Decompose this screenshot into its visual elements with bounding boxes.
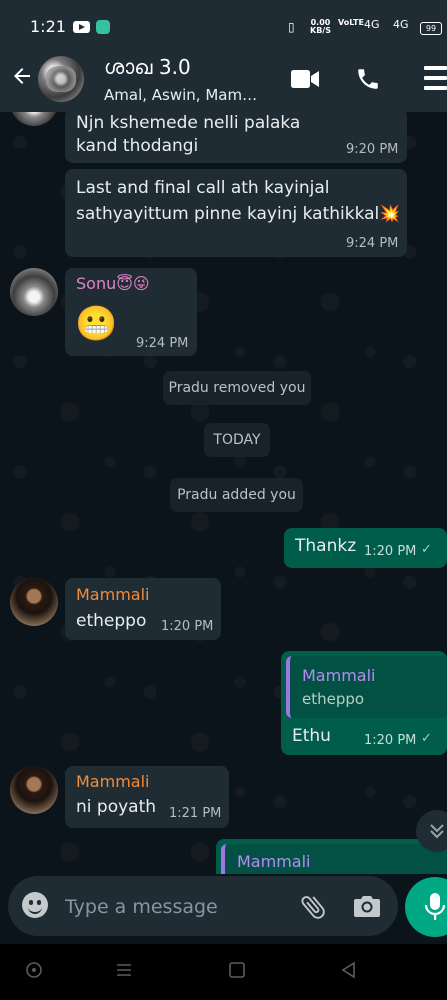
back-arrow-icon[interactable] xyxy=(10,64,34,88)
sender-name[interactable]: Sonu😇😜 xyxy=(76,274,150,293)
quoted-message[interactable]: Mammali xyxy=(221,844,447,874)
date-divider: TODAY xyxy=(204,423,270,457)
group-avatar[interactable] xyxy=(38,56,84,102)
read-check-icon: ✓ xyxy=(421,542,432,557)
message-bubble[interactable]: Mammali etheppo 1:20 PM xyxy=(65,578,221,640)
quoted-text: etheppo xyxy=(302,690,365,708)
attach-icon[interactable] xyxy=(298,892,328,922)
message-bubble[interactable]: Mammali etheppo Ethu 1:20 PM ✓ xyxy=(281,651,447,755)
message-time: 1:21 PM xyxy=(169,806,222,821)
chat-header: ശാഖ 3.0 Amal, Aswin, Mam… xyxy=(0,50,447,112)
voice-call-icon[interactable] xyxy=(355,66,381,92)
message-text: etheppo xyxy=(76,611,147,631)
message-text: Thankz xyxy=(295,536,357,556)
message-bubble[interactable]: Thankz 1:20 PM ✓ xyxy=(284,528,447,568)
system-navigation-bar xyxy=(0,944,447,1000)
recents-icon[interactable] xyxy=(115,961,133,979)
message-bubble[interactable]: Last and final call ath kayinjal sathyay… xyxy=(65,169,407,257)
message-time: 1:20 PM xyxy=(364,544,417,559)
battery-icon: 99 xyxy=(420,22,442,35)
avatar[interactable] xyxy=(10,578,58,626)
quoted-sender: Mammali xyxy=(237,852,311,871)
group-members[interactable]: Amal, Aswin, Mam… xyxy=(104,86,257,104)
system-message: Pradu removed you xyxy=(163,371,311,405)
back-icon[interactable] xyxy=(340,961,358,979)
message-input[interactable] xyxy=(63,890,287,924)
signal-2-icon: 4G xyxy=(393,18,409,31)
avatar[interactable] xyxy=(10,766,58,814)
quoted-sender: Mammali xyxy=(302,666,376,685)
message-time: 9:24 PM xyxy=(346,236,399,251)
sender-name[interactable]: Mammali xyxy=(76,585,149,604)
sender-name[interactable]: Mammali xyxy=(76,772,149,791)
message-time: 1:20 PM xyxy=(364,733,417,748)
chat-area[interactable]: Njn kshemede nelli palaka kand thodangi … xyxy=(0,112,447,874)
camera-icon[interactable] xyxy=(353,893,381,919)
network-speed-unit: KB/S xyxy=(310,26,331,35)
message-time: 9:20 PM xyxy=(346,142,399,157)
youtube-notification-icon xyxy=(73,21,90,33)
message-bubble[interactable]: Mammali xyxy=(216,839,447,874)
double-chevron-down-icon xyxy=(430,824,444,839)
message-bubble[interactable]: Njn kshemede nelli palaka kand thodangi … xyxy=(65,112,407,163)
avatar[interactable] xyxy=(10,112,58,126)
quoted-message[interactable]: Mammali etheppo xyxy=(286,656,447,718)
message-time: 9:24 PM xyxy=(136,336,189,351)
emoji-icon[interactable] xyxy=(22,892,48,918)
assistant-icon[interactable] xyxy=(25,961,43,979)
voice-message-button[interactable] xyxy=(405,877,447,937)
volte-indicator: VoLTE xyxy=(338,18,364,27)
video-call-icon[interactable] xyxy=(290,68,320,90)
message-text: Ethu xyxy=(292,726,331,746)
status-bar: 1:21 ▯ 0.00 KB/S VoLTE 4G 4G 99 xyxy=(0,0,447,50)
message-emoji: 😬 xyxy=(75,304,118,344)
vibrate-icon: ▯ xyxy=(288,20,295,34)
signal-1-icon: 4G xyxy=(364,18,380,31)
read-check-icon: ✓ xyxy=(421,731,432,746)
network-speed: 0.00 KB/S xyxy=(310,19,331,35)
message-time: 1:20 PM xyxy=(161,619,214,634)
group-name[interactable]: ശാഖ 3.0 xyxy=(104,55,191,79)
menu-icon[interactable] xyxy=(424,66,447,94)
microphone-icon xyxy=(424,893,446,920)
home-icon[interactable] xyxy=(228,961,246,979)
app-notification-icon xyxy=(96,20,110,34)
message-composer xyxy=(8,876,398,936)
message-text: ni poyath xyxy=(76,797,157,817)
message-bubble[interactable]: Mammali ni poyath 1:21 PM xyxy=(65,766,229,828)
clock: 1:21 xyxy=(30,17,66,36)
avatar[interactable] xyxy=(10,268,58,316)
message-text: Njn kshemede nelli palaka kand thodangi xyxy=(76,113,301,156)
message-bubble[interactable]: Sonu😇😜 😬 9:24 PM xyxy=(65,268,197,356)
message-text: Last and final call ath kayinjal sathyay… xyxy=(76,178,401,224)
system-message: Pradu added you xyxy=(170,478,303,512)
